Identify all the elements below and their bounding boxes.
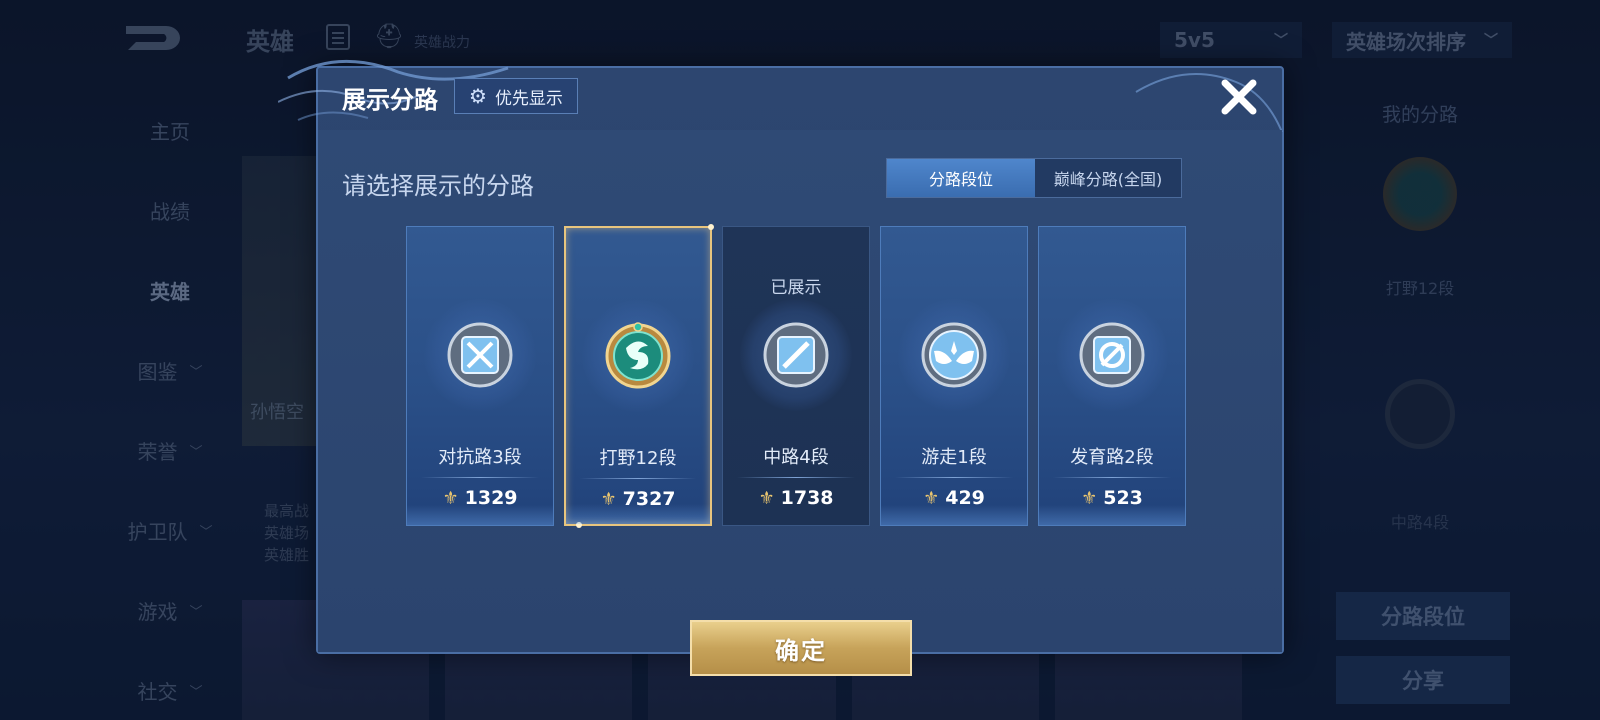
divider — [580, 478, 696, 479]
lane-badge — [898, 299, 1010, 411]
divider — [421, 477, 539, 478]
card-glow — [1039, 505, 1185, 525]
lane-score: ⚜ 1738 — [723, 487, 869, 509]
lane-card-farm[interactable]: 发育路2段 ⚜ 523 — [1038, 226, 1186, 526]
confirm-button[interactable]: 确定 — [690, 620, 912, 676]
tab-peak-lane[interactable]: 巅峰分路(全国) — [1035, 159, 1181, 197]
shown-status-label: 已展示 — [770, 278, 822, 298]
card-glow — [407, 505, 553, 525]
gear-icon: ⚙ — [469, 84, 487, 108]
card-glow — [566, 504, 710, 524]
dialog-subtitle: 请选择展示的分路 — [342, 172, 534, 200]
dialog-body: 请选择展示的分路 分路段位 巅峰分路(全国) 对抗路3段 ⚜ 1329 打野12… — [318, 130, 1282, 676]
dialog-title: 展示分路 — [342, 86, 438, 114]
show-lane-dialog: 展示分路 ⚙ 优先显示 请选择展示的分路 分路段位 巅峰分路(全国) 对抗路3段… — [278, 59, 1284, 676]
jungle-dragon-icon — [605, 322, 671, 389]
priority-display-button[interactable]: ⚙ 优先显示 — [454, 78, 578, 114]
lane-card-clash[interactable]: 对抗路3段 ⚜ 1329 — [406, 226, 554, 526]
divider — [737, 477, 855, 478]
rank-power-icon: ⚜ — [758, 487, 775, 509]
mid-lane-icon — [763, 322, 829, 388]
lane-label: 打野12段 — [599, 448, 677, 469]
lane-badge — [740, 299, 852, 411]
close-icon — [1221, 79, 1257, 115]
lane-card-list: 对抗路3段 ⚜ 1329 打野12段 ⚜ 7327 已展示 中路4段 ⚜ 173… — [406, 224, 1186, 528]
lane-label: 对抗路3段 — [438, 447, 522, 468]
farm-lane-icon — [1079, 322, 1145, 388]
roam-wings-icon — [921, 322, 987, 388]
tab-lane-rank[interactable]: 分路段位 — [887, 159, 1035, 197]
divider — [895, 477, 1013, 478]
lane-card-mid[interactable]: 已展示 中路4段 ⚜ 1738 — [722, 226, 870, 526]
priority-display-label: 优先显示 — [494, 88, 563, 109]
lane-card-jungle[interactable]: 打野12段 ⚜ 7327 — [564, 224, 714, 528]
lane-label: 发育路2段 — [1070, 447, 1154, 468]
clash-lane-icon — [447, 322, 513, 388]
lane-score-value: 1738 — [780, 487, 834, 509]
lane-card-roam[interactable]: 游走1段 ⚜ 429 — [880, 226, 1028, 526]
lane-tabs: 分路段位 巅峰分路(全国) — [886, 158, 1182, 198]
card-glow — [881, 505, 1027, 525]
close-button[interactable] — [1214, 72, 1264, 122]
corner-sparkle-icon — [708, 224, 714, 230]
lane-label: 中路4段 — [763, 447, 829, 468]
lane-badge — [1056, 299, 1168, 411]
lane-badge — [582, 300, 694, 412]
divider — [1053, 477, 1171, 478]
lane-badge — [424, 299, 536, 411]
lane-label: 游走1段 — [921, 447, 987, 468]
